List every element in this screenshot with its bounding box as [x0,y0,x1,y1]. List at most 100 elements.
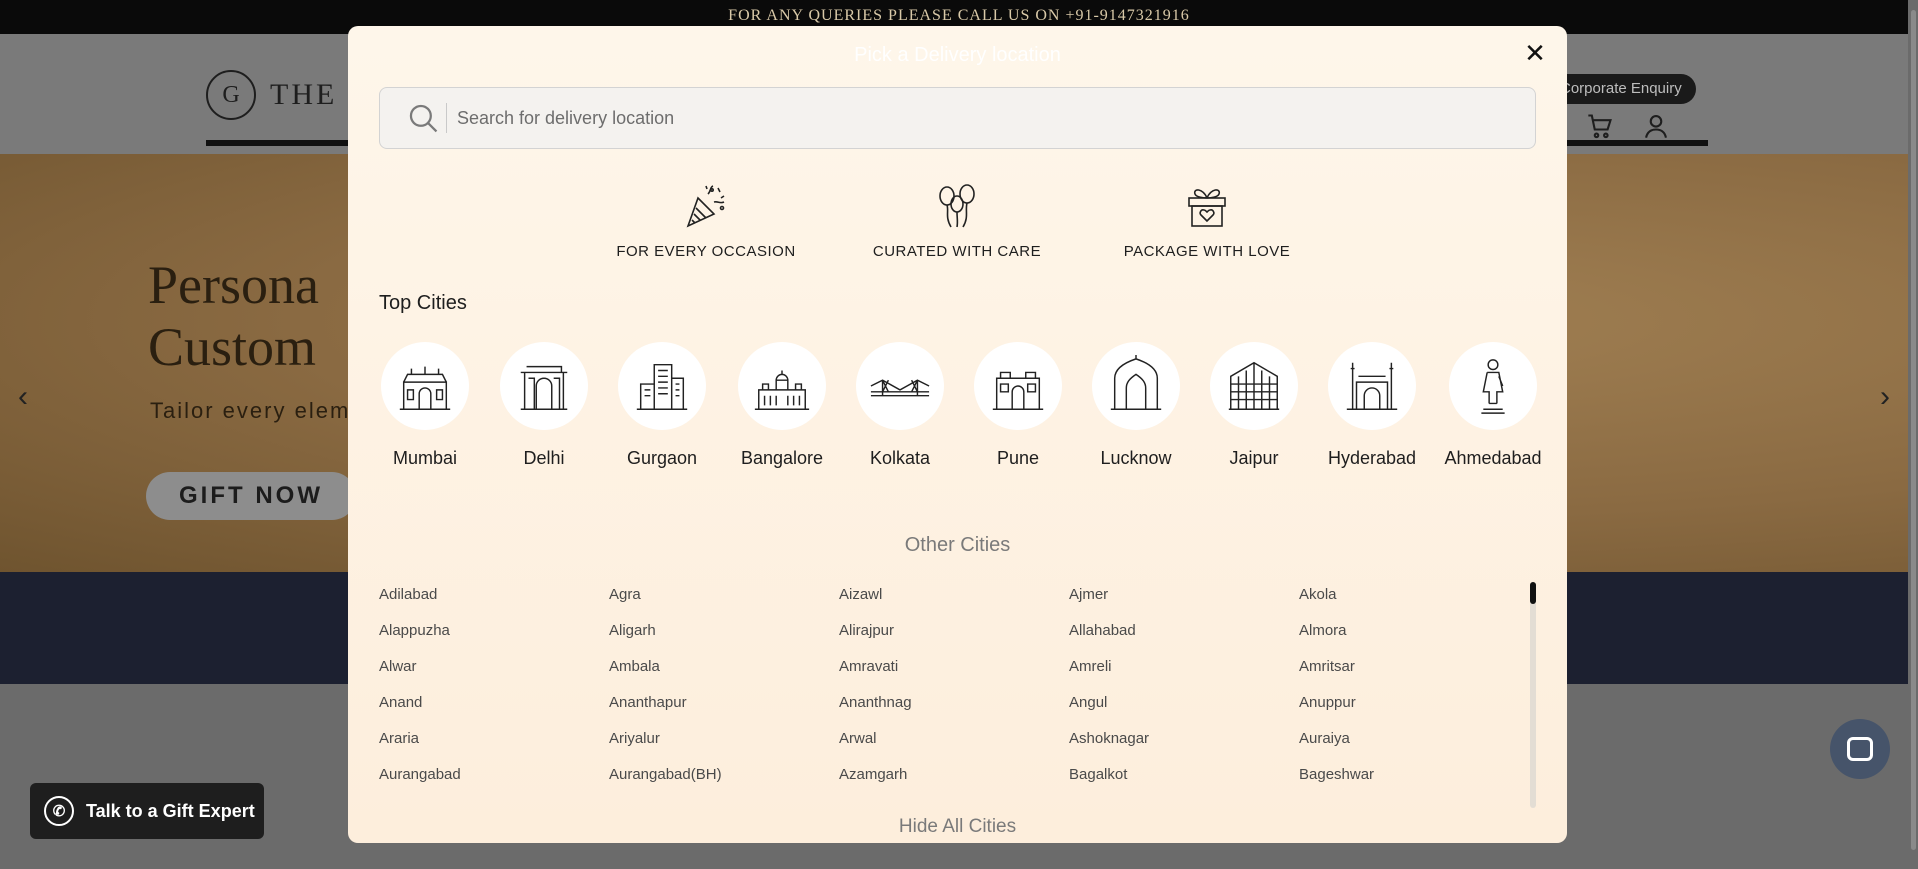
top-cities-heading: Top Cities [379,292,467,314]
list-item[interactable]: Amreli [1069,658,1299,676]
page-scrollbar-thumb[interactable] [1911,10,1916,850]
close-icon[interactable]: ✕ [1522,40,1548,66]
search-separator [446,103,447,133]
list-item[interactable]: Adilabad [379,586,609,604]
talk-to-gift-expert-button[interactable]: ✆ Talk to a Gift Expert [30,783,264,839]
city-icon-circle [738,342,826,430]
account-icon[interactable] [1642,112,1670,140]
carousel-prev-icon[interactable]: ‹ [18,380,28,414]
delivery-location-modal: Pick a Delivery location ✕ FOR EVERY OCC… [348,26,1567,843]
city-icon-circle [974,342,1062,430]
gift-box-icon [1188,189,1226,227]
city-name: Jaipur [1229,448,1279,468]
city-icon-circle [381,342,469,430]
hawa-mahal-icon [1228,361,1280,410]
city-name: Gurgaon [626,448,698,468]
list-item[interactable]: Araria [379,730,609,748]
list-item[interactable]: Anand [379,694,609,712]
talk-to-gift-expert-label: Talk to a Gift Expert [86,800,255,821]
list-item[interactable]: Alirajpur [839,622,1069,640]
other-cities-list: Adilabad Agra Aizawl Ajmer Akola Alappuz… [379,586,1529,784]
statue-icon [1481,359,1505,414]
cities-scrollbar[interactable] [1530,582,1536,808]
whatsapp-icon: ✆ [44,796,74,826]
hero-title-line-1: Persona [148,255,319,315]
howrah-bridge-icon [870,379,930,397]
list-item[interactable]: Anuppur [1299,694,1529,712]
balloons-icon [939,184,975,228]
charminar-icon [1346,362,1398,410]
city-icon-circle [1210,342,1298,430]
city-icon-circle [1328,342,1416,430]
list-item[interactable]: Aurangabad [379,766,609,784]
city-icon-circle [1092,342,1180,430]
modal-title: Pick a Delivery location [854,44,1061,66]
list-item[interactable]: Bagalkot [1069,766,1299,784]
feature-label: PACKAGE WITH LOVE [1123,243,1291,260]
list-item[interactable]: Aligarh [609,622,839,640]
chat-icon[interactable] [1830,719,1890,779]
feature-label: CURATED WITH CARE [872,243,1042,260]
list-item[interactable]: Amravati [839,658,1069,676]
list-item[interactable]: Aurangabad(BH) [609,766,839,784]
city-jaipur[interactable]: Jaipur [1199,342,1309,469]
list-item[interactable]: Ajmer [1069,586,1299,604]
city-icon-circle [500,342,588,430]
city-delhi[interactable]: Delhi [489,342,599,469]
list-item[interactable]: Almora [1299,622,1529,640]
shaniwar-wada-icon [992,371,1044,410]
list-item[interactable]: Ananthnag [839,694,1069,712]
list-item[interactable]: Aizawl [839,586,1069,604]
list-item[interactable]: Alwar [379,658,609,676]
list-item[interactable]: Azamgarh [839,766,1069,784]
feature-every-occasion: FOR EVERY OCCASION [606,182,806,260]
city-hyderabad[interactable]: Hyderabad [1317,342,1427,469]
list-item[interactable]: Akola [1299,586,1529,604]
list-item[interactable]: Ananthapur [609,694,839,712]
other-cities-heading: Other Cities [904,534,1011,556]
city-ahmedabad[interactable]: Ahmedabad [1435,342,1551,469]
list-item[interactable]: Ashoknagar [1069,730,1299,748]
hero-title: Persona Custom [148,254,319,378]
carousel-next-icon[interactable]: › [1880,380,1890,414]
city-mumbai[interactable]: Mumbai [370,342,480,469]
skyscraper-icon [636,363,688,410]
rumi-darwaza-icon [1110,355,1162,410]
city-name: Kolkata [869,448,931,468]
list-item[interactable]: Allahabad [1069,622,1299,640]
city-gurgaon[interactable]: Gurgaon [607,342,717,469]
feature-label: FOR EVERY OCCASION [616,243,796,260]
city-name: Mumbai [392,448,458,468]
list-item[interactable]: Amritsar [1299,658,1529,676]
hide-all-cities-link[interactable]: Hide All Cities [348,816,1567,838]
city-name: Lucknow [1100,448,1172,468]
city-name: Pune [996,448,1040,468]
list-item[interactable]: Agra [609,586,839,604]
gateway-of-india-icon [399,366,451,410]
list-item[interactable]: Angul [1069,694,1299,712]
city-bangalore[interactable]: Bangalore [727,342,837,469]
logo-badge: G [206,70,256,120]
cart-icon[interactable] [1586,112,1614,140]
list-item[interactable]: Alappuzha [379,622,609,640]
city-pune[interactable]: Pune [963,342,1073,469]
list-item[interactable]: Ariyalur [609,730,839,748]
gift-now-button[interactable]: GIFT NOW [146,472,356,520]
list-item[interactable]: Bageshwar [1299,766,1529,784]
search-box[interactable] [379,87,1536,149]
hero-subtitle: Tailor every elem [150,398,351,423]
city-name: Ahmedabad [1444,448,1542,468]
list-item[interactable]: Auraiya [1299,730,1529,748]
search-icon [409,104,438,133]
list-item[interactable]: Ambala [609,658,839,676]
city-kolkata[interactable]: Kolkata [845,342,955,469]
city-icon-circle [618,342,706,430]
city-lucknow[interactable]: Lucknow [1081,342,1191,469]
search-input[interactable] [457,107,1457,129]
city-name: Hyderabad [1327,448,1417,468]
list-item[interactable]: Arwal [839,730,1069,748]
feature-package-with-love: PACKAGE WITH LOVE [1107,182,1307,260]
cities-scrollbar-thumb[interactable] [1530,582,1536,604]
city-icon-circle [1449,342,1537,430]
feature-curated-with-care: CURATED WITH CARE [857,182,1057,260]
